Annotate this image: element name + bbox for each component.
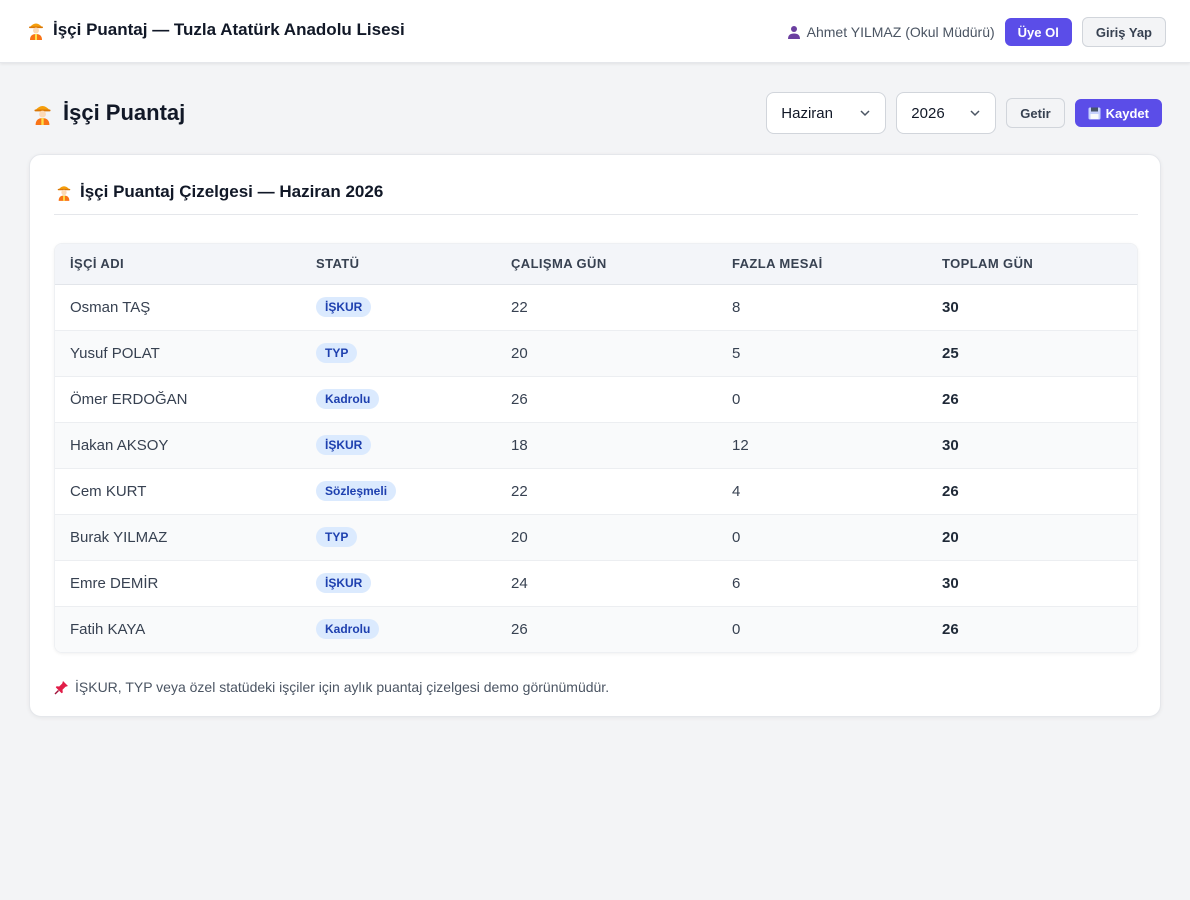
overtime: 6 [717, 560, 927, 607]
total-days: 26 [942, 620, 959, 638]
column-header-work-days: ÇALIŞMA GÜN [496, 244, 717, 285]
timesheet-table: İŞÇİ ADI STATÜ ÇALIŞMA GÜN FAZLA MESAİ T… [55, 244, 1137, 652]
overtime: 0 [717, 376, 927, 423]
user-name-label: Ahmet YILMAZ (Okul Müdürü) [806, 24, 995, 40]
status-badge: Sözleşmeli [316, 481, 397, 501]
worker-name: Ömer ERDOĞAN [55, 376, 301, 423]
table-row: Cem KURT Sözleşmeli 22 4 26 [55, 468, 1137, 515]
status-cell: İŞKUR [301, 422, 496, 469]
work-days: 26 [496, 376, 717, 423]
status-badge: İŞKUR [316, 435, 372, 455]
work-days: 26 [511, 620, 528, 638]
overtime: 8 [717, 284, 927, 331]
overtime: 4 [717, 468, 927, 515]
work-days: 22 [496, 284, 717, 331]
worker-name: Hakan AKSOY [55, 422, 301, 469]
total-days: 30 [927, 422, 1137, 469]
status-cell: TYP [301, 330, 496, 377]
table-row: Burak YILMAZ TYP 20 0 20 [55, 514, 1137, 561]
status-cell: Kadrolu [301, 606, 496, 652]
status-badge: TYP [316, 343, 358, 363]
page-title-label: İşçi Puantaj [63, 100, 186, 125]
column-header-overtime: FAZLA MESAİ [717, 244, 927, 285]
worker-name: Yusuf POLAT [55, 330, 301, 377]
work-days: 24 [496, 560, 717, 607]
timesheet-table-wrapper: İŞÇİ ADI STATÜ ÇALIŞMA GÜN FAZLA MESAİ T… [54, 243, 1138, 653]
construction-worker-icon [57, 186, 71, 201]
total-days: 26 [927, 468, 1137, 515]
month-select-value: Haziran [781, 104, 833, 122]
app-title: İşçi Puantaj — Tuzla Atatürk Anadolu Lis… [53, 20, 405, 39]
worker-name: Fatih KAYA [70, 620, 146, 638]
total-days: 25 [927, 330, 1137, 377]
status-cell: İŞKUR [301, 560, 496, 607]
status-badge: Kadrolu [316, 389, 380, 409]
chevron-down-icon [970, 110, 980, 117]
chevron-down-icon [860, 110, 870, 117]
page-title: İşçi Puantaj [32, 100, 185, 126]
floppy-disk-icon [1088, 107, 1101, 119]
save-button[interactable]: Kaydet [1074, 99, 1162, 127]
card-title-label: İşçi Puantaj Çizelgesi — Haziran 2026 [80, 182, 384, 201]
year-select-value: 2026 [911, 104, 945, 122]
status-cell: Kadrolu [301, 376, 496, 423]
table-row: Osman TAŞ İŞKUR 22 8 30 [55, 284, 1137, 331]
save-button-label: Kaydet [1105, 105, 1149, 121]
login-button[interactable]: Giriş Yap [1081, 17, 1166, 47]
work-days: 20 [496, 514, 717, 561]
fetch-button[interactable]: Getir [1006, 98, 1065, 128]
work-days: 20 [496, 330, 717, 377]
column-header-name: İŞÇİ ADI [55, 244, 301, 285]
overtime: 0 [717, 514, 927, 561]
brand[interactable]: İşçi Puantaj — Tuzla Atatürk Anadolu Lis… [27, 20, 405, 40]
worker-name: Burak YILMAZ [55, 514, 301, 561]
overtime: 12 [717, 422, 927, 469]
total-days: 20 [927, 514, 1137, 561]
toolbar: Haziran 2026 Getir Kaydet [766, 92, 1162, 134]
construction-worker-icon [34, 105, 51, 125]
table-row: Fatih KAYA Kadrolu 26 0 26 [55, 606, 1137, 652]
status-cell: TYP [301, 514, 496, 561]
user-area: Ahmet YILMAZ (Okul Müdürü) Üye Ol Giriş … [787, 17, 1166, 47]
column-header-status: STATÜ [301, 244, 496, 285]
timesheet-card: İşçi Puantaj Çizelgesi — Haziran 2026 İŞ… [29, 154, 1161, 717]
worker-name: Cem KURT [55, 468, 301, 515]
overtime: 5 [717, 330, 927, 377]
page-header: İşçi Puantaj Haziran 2026 Getir Kaydet [32, 92, 1162, 134]
worker-name: Emre DEMİR [55, 560, 301, 607]
card-title: İşçi Puantaj Çizelgesi — Haziran 2026 [56, 182, 383, 202]
footnote-text: İŞKUR, TYP veya özel statüdeki işçiler i… [75, 679, 610, 695]
table-header-row: İŞÇİ ADI STATÜ ÇALIŞMA GÜN FAZLA MESAİ T… [55, 244, 1137, 285]
work-days: 18 [496, 422, 717, 469]
table-row: Ömer ERDOĞAN Kadrolu 26 0 26 [55, 376, 1137, 423]
footnote: İŞKUR, TYP veya özel statüdeki işçiler i… [54, 679, 609, 695]
register-button[interactable]: Üye Ol [1004, 18, 1072, 46]
status-badge: TYP [316, 527, 358, 547]
table-row: Hakan AKSOY İŞKUR 18 12 30 [55, 422, 1137, 469]
status-badge: İŞKUR [316, 573, 372, 593]
status-badge: Kadrolu [316, 619, 380, 640]
table-row: Yusuf POLAT TYP 20 5 25 [55, 330, 1137, 377]
status-badge: İŞKUR [316, 297, 372, 317]
construction-worker-icon [29, 23, 43, 40]
worker-name: Osman TAŞ [55, 284, 301, 331]
total-days: 30 [927, 560, 1137, 607]
month-select[interactable]: Haziran [766, 92, 887, 134]
total-days: 26 [927, 376, 1137, 423]
total-days: 30 [927, 284, 1137, 331]
user-icon [787, 26, 800, 39]
status-cell: İŞKUR [301, 284, 496, 331]
divider [54, 214, 1138, 215]
pushpin-icon [54, 680, 68, 694]
overtime: 0 [732, 620, 741, 638]
work-days: 22 [496, 468, 717, 515]
status-cell: Sözleşmeli [301, 468, 496, 515]
table-row: Emre DEMİR İŞKUR 24 6 30 [55, 560, 1137, 607]
column-header-total-days: TOPLAM GÜN [927, 244, 1137, 285]
year-select[interactable]: 2026 [896, 92, 997, 134]
top-navbar: İşçi Puantaj — Tuzla Atatürk Anadolu Lis… [0, 0, 1190, 63]
current-user: Ahmet YILMAZ (Okul Müdürü) [787, 24, 995, 40]
